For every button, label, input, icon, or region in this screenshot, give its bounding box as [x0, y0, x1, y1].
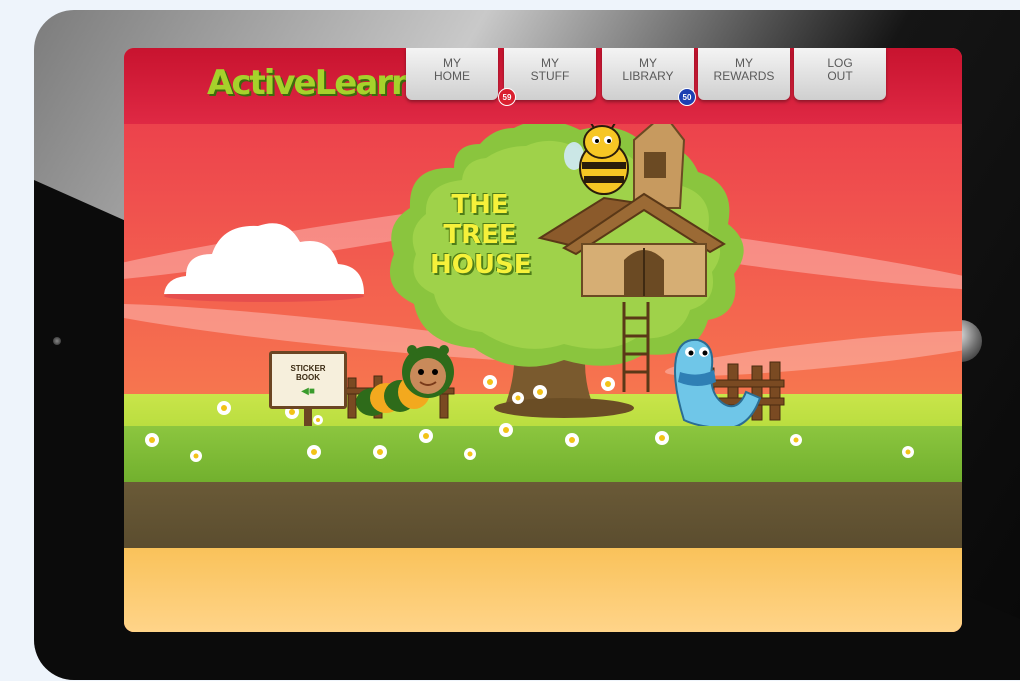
nav-label: REWARDS	[713, 69, 775, 83]
sign-line: STICKER	[290, 364, 326, 373]
sign-post	[304, 408, 312, 426]
stuff-count-badge: 59	[498, 88, 516, 106]
app-screen: THE TREE HOUSE STICKER BOOK ◀■ ActiveLea…	[124, 48, 962, 632]
nav-log-out[interactable]: LOG OUT	[794, 48, 886, 100]
sticker-book-sign[interactable]: STICKER BOOK ◀■	[269, 351, 347, 409]
sticker-sign-arrow-icon: ◀■	[301, 386, 315, 397]
sign-line: BOOK	[296, 373, 320, 382]
nav-label: STUFF	[530, 69, 570, 83]
nav-label: LIBRARY	[622, 69, 674, 83]
title-line: HOUSE	[430, 250, 532, 280]
library-count-badge: 50	[678, 88, 696, 106]
activelearn-logo[interactable]: ActiveLearn	[207, 63, 415, 103]
flowers	[145, 375, 914, 462]
nav-label: OUT	[827, 69, 853, 83]
nav-my-rewards[interactable]: MY REWARDS	[698, 48, 790, 100]
title-line: THE	[451, 190, 509, 220]
nav-label: HOME	[434, 69, 470, 83]
nav-my-stuff[interactable]: MY STUFF 59	[498, 48, 596, 106]
nav-my-library[interactable]: MY LIBRARY 50	[602, 48, 696, 106]
nav-my-home[interactable]: MY HOME	[406, 48, 498, 100]
scene-title: THE TREE HOUSE	[430, 190, 532, 280]
camera-icon	[53, 337, 61, 345]
top-navigation-bar: ActiveLearn MY HOME MY STUFF 59 MY LIBRA…	[124, 48, 962, 124]
foreground-scene	[145, 345, 914, 462]
caterpillar-character	[356, 345, 454, 416]
title-line: TREE	[443, 220, 517, 250]
